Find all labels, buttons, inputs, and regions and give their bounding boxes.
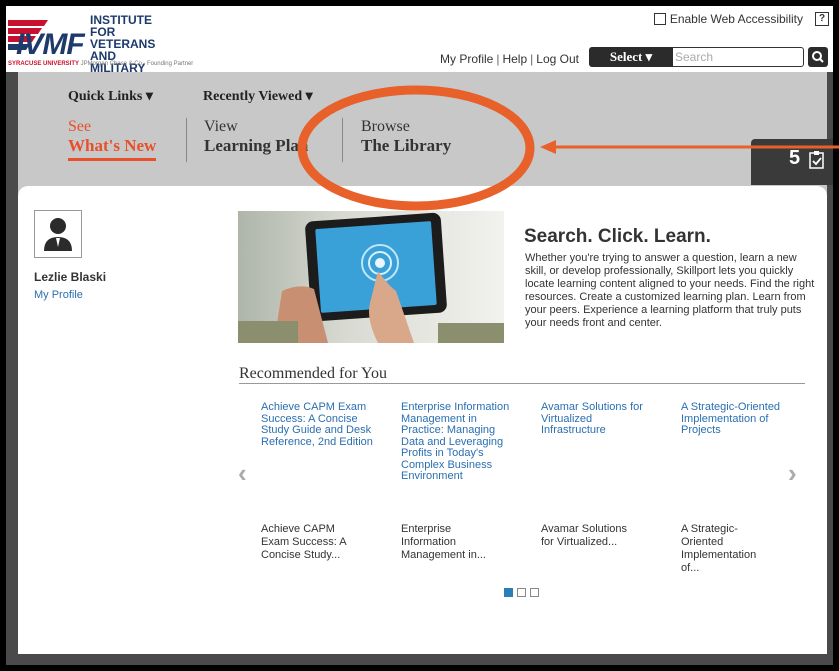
carousel-page-dot[interactable] bbox=[530, 588, 539, 597]
assignments-count: 5 bbox=[789, 147, 801, 169]
recommended-item-description: Avamar Solutions for Virtualized... bbox=[541, 523, 628, 548]
recommended-item-title[interactable]: Achieve CAPM Exam Success: A Concise Stu… bbox=[261, 401, 379, 448]
user-profile-link[interactable]: My Profile bbox=[34, 289, 83, 301]
recently-viewed-menu[interactable]: Recently Viewed ▾ bbox=[203, 88, 313, 105]
accessibility-checkbox[interactable] bbox=[653, 13, 666, 25]
nav-whats-new-top: See bbox=[68, 118, 92, 135]
logo-university: SYRACUSE UNIVERSITY JPMorgan Chase & Co.… bbox=[8, 61, 194, 67]
nav-the-library-bottom: The Library bbox=[361, 136, 452, 155]
nav-the-library-top: Browse bbox=[361, 118, 410, 135]
recommended-item-description: Achieve CAPM Exam Success: A Concise Stu… bbox=[261, 523, 346, 561]
avatar[interactable] bbox=[34, 210, 82, 258]
nav-learning-plan[interactable]: View Learning Plan bbox=[204, 118, 308, 156]
recommended-item-description: A Strategic-Oriented Implementation of..… bbox=[681, 523, 757, 574]
hero-image bbox=[238, 211, 504, 343]
assignments-badge[interactable]: 5 bbox=[751, 139, 833, 185]
recommended-item-description: Enterprise Information Management in... bbox=[401, 523, 486, 561]
bottom-edge-band bbox=[18, 654, 827, 665]
app-frame: IVMF INSTITUTE FOR VETERANS AND MILITARY… bbox=[6, 6, 833, 665]
checklist-icon bbox=[809, 151, 824, 169]
carousel-next-button[interactable]: › bbox=[788, 458, 797, 489]
ivmf-logo[interactable]: IVMF INSTITUTE FOR VETERANS AND MILITARY… bbox=[8, 14, 193, 86]
log-out-link[interactable]: Log Out bbox=[536, 52, 579, 66]
quick-links-menu[interactable]: Quick Links ▾ bbox=[68, 88, 153, 105]
recommended-item-title[interactable]: Enterprise Information Management in Pra… bbox=[401, 401, 519, 483]
user-name: Lezlie Blaski bbox=[34, 270, 107, 284]
carousel-page-dot[interactable] bbox=[517, 588, 526, 597]
recommended-heading: Recommended for You bbox=[239, 365, 387, 382]
nav-learning-plan-bottom: Learning Plan bbox=[204, 136, 309, 155]
accessibility-label: Enable Web Accessibility bbox=[669, 12, 803, 26]
carousel-page-dot[interactable] bbox=[504, 588, 513, 597]
search-scope-select[interactable]: Select ▾ bbox=[589, 47, 673, 67]
search-button[interactable] bbox=[808, 47, 828, 67]
header: IVMF INSTITUTE FOR VETERANS AND MILITARY… bbox=[6, 6, 833, 86]
tablet-touch-illustration-icon bbox=[238, 212, 504, 343]
help-icon[interactable]: ? bbox=[815, 12, 829, 26]
my-profile-link[interactable]: My Profile bbox=[440, 52, 493, 66]
recommended-item-title[interactable]: Avamar Solutions for Virtualized Infrast… bbox=[541, 401, 659, 437]
logo-wordmark: IVMF bbox=[16, 28, 85, 61]
carousel-prev-button[interactable]: ‹ bbox=[238, 458, 247, 489]
nav-the-library[interactable]: Browse The Library bbox=[361, 118, 451, 156]
nav-learning-plan-top: View bbox=[204, 118, 238, 135]
nav-divider bbox=[186, 118, 187, 162]
web-accessibility-toggle[interactable]: Enable Web Accessibility bbox=[653, 12, 803, 26]
top-links: My Profile | Help | Log Out bbox=[440, 52, 579, 66]
recommended-divider bbox=[239, 383, 805, 384]
search-input[interactable]: Search bbox=[673, 47, 804, 67]
nav-whats-new[interactable]: See What's New bbox=[68, 118, 157, 161]
hero-title: Search. Click. Learn. bbox=[524, 226, 711, 247]
left-edge-band bbox=[6, 72, 18, 665]
carousel-pagination bbox=[504, 588, 539, 597]
help-link[interactable]: Help bbox=[502, 52, 527, 66]
search-icon bbox=[812, 51, 824, 63]
user-silhouette-icon bbox=[44, 218, 72, 251]
recommended-item-title[interactable]: A Strategic-Oriented Implementation of P… bbox=[681, 401, 799, 437]
nav-whats-new-bottom: What's New bbox=[68, 136, 157, 161]
hero-body: Whether you're trying to answer a questi… bbox=[525, 252, 815, 329]
nav-divider bbox=[342, 118, 343, 162]
